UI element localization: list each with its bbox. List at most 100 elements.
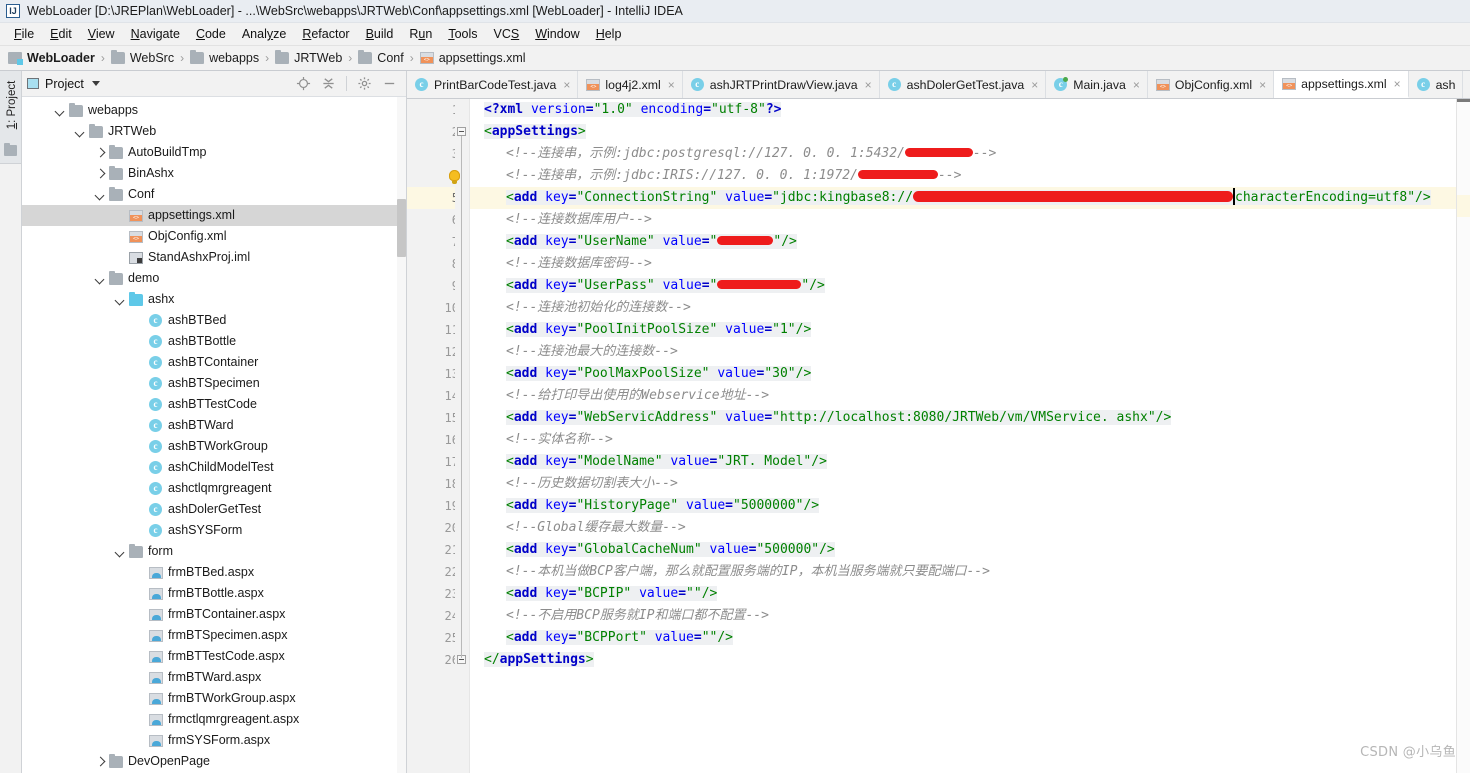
- tree-item-frmbttestcode-aspx[interactable]: frmBTTestCode.aspx: [22, 646, 406, 667]
- tree-item-form[interactable]: form: [22, 541, 406, 562]
- hide-panel-icon[interactable]: [382, 76, 397, 91]
- code-line[interactable]: <add key="BCPIP" value=""/>: [470, 583, 1470, 605]
- editor-gutter[interactable]: 1234567891011121314151617181920212223242…: [407, 99, 470, 773]
- editor-tab-objconfig-xml[interactable]: ObjConfig.xml ×: [1147, 71, 1275, 98]
- close-icon[interactable]: ×: [1394, 78, 1401, 90]
- editor-tab-bar[interactable]: cPrintBarCodeTest.java×log4j2.xml×cashJR…: [407, 71, 1470, 99]
- collapse-all-icon[interactable]: [321, 76, 336, 91]
- code-line[interactable]: <!--本机当做BCP客户端，那么就配置服务端的IP，本机当服务端就只要配端口-…: [470, 561, 1470, 583]
- menu-item-window[interactable]: Window: [527, 25, 587, 43]
- code-line[interactable]: <!--实体名称-->: [470, 429, 1470, 451]
- tree-item-frmbtcontainer-aspx[interactable]: frmBTContainer.aspx: [22, 604, 406, 625]
- close-icon[interactable]: ×: [1133, 79, 1140, 91]
- tree-item-ashdolergettest[interactable]: c ashDolerGetTest: [22, 499, 406, 520]
- code-line[interactable]: <add key="BCPPort" value=""/>: [470, 627, 1470, 649]
- menu-item-analyze[interactable]: Analyze: [234, 25, 294, 43]
- tree-item-ashbtspecimen[interactable]: c ashBTSpecimen: [22, 373, 406, 394]
- code-line[interactable]: <add key="GlobalCacheNum" value="500000"…: [470, 539, 1470, 561]
- tree-item-ashchildmodeltest[interactable]: c ashChildModelTest: [22, 457, 406, 478]
- breadcrumb-item-conf[interactable]: Conf: [358, 50, 404, 65]
- menu-item-file[interactable]: File: [6, 25, 42, 43]
- code-line[interactable]: <!--给打印导出使用的Webservice地址-->: [470, 385, 1470, 407]
- close-icon[interactable]: ×: [1259, 79, 1266, 91]
- code-editor[interactable]: 1234567891011121314151617181920212223242…: [407, 99, 1470, 773]
- tree-item-ashbttestcode[interactable]: c ashBTTestCode: [22, 394, 406, 415]
- breadcrumb-item-webloader[interactable]: WebLoader: [8, 51, 95, 65]
- close-icon[interactable]: ×: [1031, 79, 1038, 91]
- editor-tab-appsettings-xml[interactable]: appsettings.xml ×: [1274, 71, 1409, 98]
- code-line[interactable]: <!--连接串，示例:jdbc:IRIS://127. 0. 0. 1:1972…: [470, 165, 1470, 187]
- code-folding-column[interactable]: [455, 99, 469, 773]
- menu-item-navigate[interactable]: Navigate: [123, 25, 188, 43]
- menu-item-tools[interactable]: Tools: [440, 25, 485, 43]
- chevron-down-icon[interactable]: [74, 125, 87, 138]
- tree-item-jrtweb[interactable]: JRTWeb: [22, 121, 406, 142]
- close-icon[interactable]: ×: [563, 79, 570, 91]
- sidebar-item-project-vertical-tab[interactable]: 1: Project: [6, 76, 18, 134]
- code-line[interactable]: <add key="WebServicAddress" value="http:…: [470, 407, 1470, 429]
- project-tree-scrollbar[interactable]: [397, 97, 406, 773]
- code-line[interactable]: <!--连接数据库用户-->: [470, 209, 1470, 231]
- code-line[interactable]: <add key="ModelName" value="JRT. Model"/…: [470, 451, 1470, 473]
- tree-item-appsettings-xml[interactable]: appsettings.xml: [22, 205, 406, 226]
- project-tree[interactable]: webapps JRTWeb AutoBuildTmp BinAshx Conf apps…: [22, 97, 406, 773]
- close-icon[interactable]: ×: [865, 79, 872, 91]
- tree-item-frmsysform-aspx[interactable]: frmSYSForm.aspx: [22, 730, 406, 751]
- code-line[interactable]: <add key="HistoryPage" value="5000000"/>: [470, 495, 1470, 517]
- project-panel-toolbar[interactable]: [296, 76, 401, 91]
- tree-item-ashx[interactable]: ashx: [22, 289, 406, 310]
- code-line[interactable]: <add key="UserPass" value=" "/>: [470, 275, 1470, 297]
- menu-item-vcs[interactable]: VCS: [486, 25, 528, 43]
- tree-item-ashbtworkgroup[interactable]: c ashBTWorkGroup: [22, 436, 406, 457]
- menu-item-edit[interactable]: Edit: [42, 25, 80, 43]
- tree-item-devopenpage[interactable]: DevOpenPage: [22, 751, 406, 772]
- code-line[interactable]: <add key="PoolMaxPoolSize" value="30"/>: [470, 363, 1470, 385]
- tree-item-autobuildtmp[interactable]: AutoBuildTmp: [22, 142, 406, 163]
- editor-tab-main-java[interactable]: c Main.java ×: [1046, 71, 1148, 98]
- project-tree-scrollbar-thumb[interactable]: [397, 199, 406, 257]
- tree-item-demo[interactable]: demo: [22, 268, 406, 289]
- editor-code-content[interactable]: <?xml version="1.0" encoding="utf-8"?> <a…: [470, 99, 1470, 773]
- tree-item-webapps[interactable]: webapps: [22, 100, 406, 121]
- tree-item-ashsysform[interactable]: c ashSYSForm: [22, 520, 406, 541]
- editor-tab-ashjrtprintdrawview-java[interactable]: c ashJRTPrintDrawView.java ×: [682, 71, 880, 98]
- intention-bulb-icon[interactable]: [449, 170, 460, 184]
- error-stripe-scrollbar[interactable]: [1456, 99, 1470, 773]
- chevron-right-icon[interactable]: [94, 146, 107, 159]
- code-line[interactable]: <appSettings>: [470, 121, 1470, 143]
- code-line[interactable]: <!--连接数据库密码-->: [470, 253, 1470, 275]
- code-line[interactable]: <!--不启用BCP服务就IP和端口都不配置-->: [470, 605, 1470, 627]
- chevron-down-icon[interactable]: [91, 81, 100, 86]
- tree-item-ashbtcontainer[interactable]: c ashBTContainer: [22, 352, 406, 373]
- code-line[interactable]: </appSettings>: [470, 649, 1470, 671]
- chevron-right-icon[interactable]: [94, 755, 107, 768]
- menu-item-run[interactable]: Run: [401, 25, 440, 43]
- fold-collapse-icon[interactable]: [457, 127, 466, 136]
- tree-item-frmctlqmrgreagent-aspx[interactable]: frmctlqmrgreagent.aspx: [22, 709, 406, 730]
- tree-item-frmbtbottle-aspx[interactable]: frmBTBottle.aspx: [22, 583, 406, 604]
- editor-tab-ash[interactable]: c ash: [1408, 71, 1464, 98]
- code-line[interactable]: <add key="ConnectionString" value="jdbc:…: [470, 187, 1470, 209]
- locate-icon[interactable]: [296, 76, 311, 91]
- code-line[interactable]: <add key="UserName" value=" "/>: [470, 231, 1470, 253]
- code-line[interactable]: <!--Global缓存最大数量-->: [470, 517, 1470, 539]
- breadcrumb-item-appsettings-xml[interactable]: appsettings.xml: [419, 51, 526, 65]
- chevron-down-icon[interactable]: [94, 272, 107, 285]
- tree-item-frmbtward-aspx[interactable]: frmBTWard.aspx: [22, 667, 406, 688]
- menu-item-help[interactable]: Help: [588, 25, 630, 43]
- code-line[interactable]: <add key="PoolInitPoolSize" value="1"/>: [470, 319, 1470, 341]
- code-line[interactable]: <!--连接池初始化的连接数-->: [470, 297, 1470, 319]
- editor-tab-ashdolergettest-java[interactable]: c ashDolerGetTest.java ×: [879, 71, 1047, 98]
- left-tool-strip[interactable]: 1: Project: [0, 71, 22, 773]
- breadcrumb-item-webapps[interactable]: webapps: [190, 50, 259, 65]
- gear-icon[interactable]: [357, 76, 372, 91]
- tree-item-frmbtspecimen-aspx[interactable]: frmBTSpecimen.aspx: [22, 625, 406, 646]
- code-line[interactable]: <!--连接池最大的连接数-->: [470, 341, 1470, 363]
- code-line[interactable]: <?xml version="1.0" encoding="utf-8"?>: [470, 99, 1470, 121]
- tree-item-ashbtbottle[interactable]: c ashBTBottle: [22, 331, 406, 352]
- tree-item-objconfig-xml[interactable]: ObjConfig.xml: [22, 226, 406, 247]
- code-line[interactable]: <!--历史数据切割表大小-->: [470, 473, 1470, 495]
- menu-item-refactor[interactable]: Refactor: [294, 25, 357, 43]
- chevron-right-icon[interactable]: [94, 167, 107, 180]
- chevron-down-icon[interactable]: [94, 188, 107, 201]
